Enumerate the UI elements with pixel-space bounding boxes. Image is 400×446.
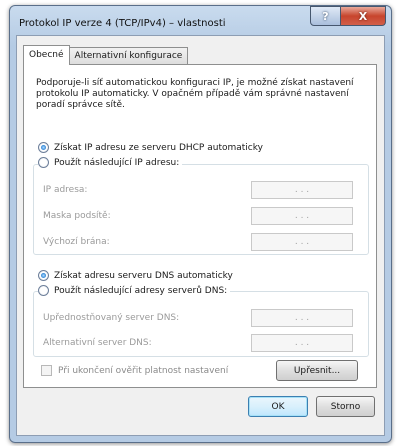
ip-address-input[interactable]: . . . xyxy=(251,181,353,199)
general-tab-panel: Podporuje-li síť automatickou konfigurac… xyxy=(23,64,377,388)
close-button[interactable]: X xyxy=(341,6,386,26)
cancel-button[interactable]: Storno xyxy=(316,396,375,417)
help-button[interactable]: ? xyxy=(310,6,341,26)
tcpip-properties-dialog: Protokol IP verze 4 (TCP/IPv4) – vlastno… xyxy=(9,5,392,443)
subnet-mask-label: Maska podsítě: xyxy=(43,211,111,221)
window-title: Protokol IP verze 4 (TCP/IPv4) – vlastno… xyxy=(19,18,226,29)
ip-auto-radio[interactable] xyxy=(38,142,49,153)
alternate-dns-label: Alternativní server DNS: xyxy=(43,338,152,348)
dns-auto-radio[interactable] xyxy=(38,270,49,281)
ip-manual-option[interactable]: Použít následující IP adresu: xyxy=(38,157,183,168)
ok-button[interactable]: OK xyxy=(248,396,308,417)
validate-settings-label: Při ukončení ověřit platnost nastavení xyxy=(58,365,229,376)
dns-manual-label: Použít následující adresy serverů DNS: xyxy=(54,285,228,296)
tab-alternate-config[interactable]: Alternativní konfigurace xyxy=(68,47,189,65)
preferred-dns-label: Upřednostňovaný server DNS: xyxy=(43,313,180,323)
subnet-mask-input[interactable]: . . . xyxy=(251,207,353,225)
advanced-button[interactable]: Upřesnit... xyxy=(276,360,358,381)
default-gateway-input[interactable]: . . . xyxy=(251,233,353,251)
dialog-client-area: Obecné Alternativní konfigurace Podporuj… xyxy=(16,35,385,436)
title-bar[interactable]: Protokol IP verze 4 (TCP/IPv4) – vlastno… xyxy=(10,6,391,34)
dns-auto-label: Získat adresu serveru DNS automaticky xyxy=(54,270,233,281)
description-text: Podporuje-li síť automatickou konfigurac… xyxy=(36,78,354,110)
validate-settings-checkbox[interactable] xyxy=(41,365,52,376)
ip-manual-label: Použít následující IP adresu: xyxy=(54,157,180,168)
default-gateway-label: Výchozí brána: xyxy=(43,237,110,247)
preferred-dns-input[interactable]: . . . xyxy=(251,309,353,327)
validate-settings-option[interactable]: Při ukončení ověřit platnost nastavení xyxy=(41,365,228,376)
ip-address-label: IP adresa: xyxy=(43,185,88,195)
alternate-dns-input[interactable]: . . . xyxy=(251,334,353,352)
dns-manual-option[interactable]: Použít následující adresy serverů DNS: xyxy=(38,285,231,296)
ip-auto-label: Získat IP adresu ze serveru DHCP automat… xyxy=(54,142,263,153)
dns-auto-option[interactable]: Získat adresu serveru DNS automaticky xyxy=(38,270,233,281)
title-bar-buttons: ? X xyxy=(310,6,386,26)
ip-manual-radio[interactable] xyxy=(38,157,49,168)
tab-strip: Obecné Alternativní konfigurace xyxy=(23,45,189,65)
tab-general[interactable]: Obecné xyxy=(23,45,70,65)
ip-auto-option[interactable]: Získat IP adresu ze serveru DHCP automat… xyxy=(38,142,263,153)
dns-manual-radio[interactable] xyxy=(38,285,49,296)
